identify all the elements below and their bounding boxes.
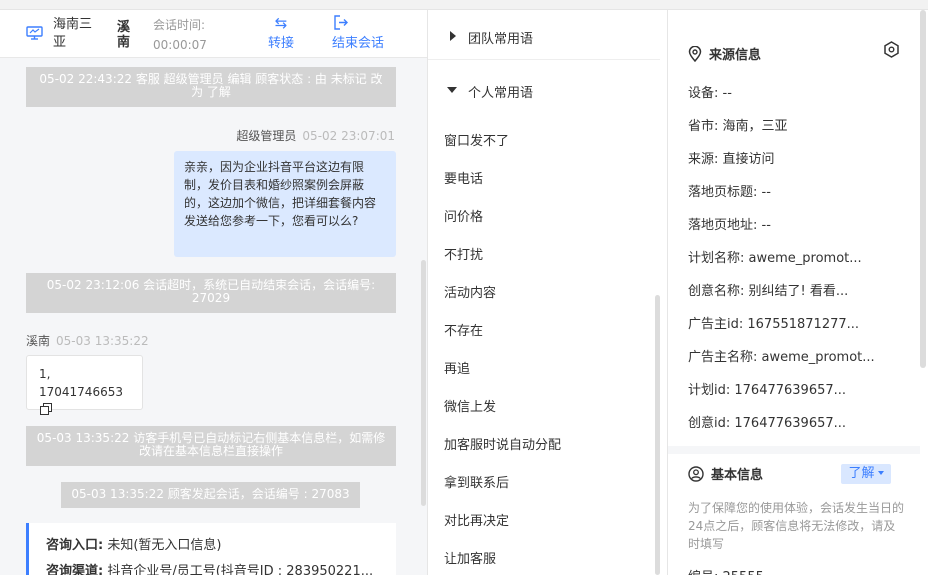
session-time-value: 00:00:07 bbox=[153, 38, 207, 52]
system-message: 05-03 13:35:22 访客手机号已自动标记右侧基本信息栏，如需修改请在基… bbox=[26, 426, 396, 466]
phrase-item[interactable]: 要电话 bbox=[444, 168, 483, 187]
creative-id-field: 创意id: 176477639657... bbox=[688, 416, 847, 431]
team-phrases-group[interactable]: 团队常用语 bbox=[428, 10, 660, 60]
info-scrollbar[interactable] bbox=[920, 10, 926, 368]
personal-phrases-group[interactable]: 个人常用语 bbox=[428, 65, 660, 101]
visitor-sender-line: 溪南 05-03 13:35:22 bbox=[26, 332, 149, 349]
session-time-label: 会话时间: bbox=[153, 18, 206, 32]
phrase-item[interactable]: 活动内容 bbox=[444, 282, 496, 301]
basic-info-title: 基本信息 bbox=[688, 464, 763, 483]
consult-channel-label: 咨询渠道: bbox=[46, 564, 104, 575]
phrase-item[interactable]: 再追 bbox=[444, 358, 470, 377]
exit-icon bbox=[332, 14, 392, 32]
system-message: 05-02 23:12:06 会话超时，系统已自动结束会话，会话编号: 2702… bbox=[26, 273, 396, 313]
plan-name-field: 计划名称: aweme_promot... bbox=[688, 251, 862, 266]
phrase-item[interactable]: 加客服时说自动分配 bbox=[444, 434, 561, 453]
end-session-label: 结束会话 bbox=[332, 36, 385, 51]
caret-right-icon bbox=[450, 31, 456, 41]
source-info-title: 来源信息 bbox=[688, 44, 761, 63]
monitor-icon bbox=[26, 26, 43, 40]
caret-down-icon bbox=[447, 87, 457, 93]
landing-url-field: 落地页地址: -- bbox=[688, 218, 771, 233]
visitor-message-bubble: 1, 17041746653 bbox=[26, 355, 143, 415]
sender-name: 超级管理员 bbox=[236, 129, 297, 143]
region-field: 省市: 海南，三亚 bbox=[688, 119, 788, 134]
phrase-item[interactable]: 拿到联系后 bbox=[444, 472, 509, 491]
system-message: 05-03 13:35:22 顾客发起会话，会话编号 : 27083 bbox=[61, 482, 360, 508]
phrase-scrollbar[interactable] bbox=[655, 295, 660, 575]
consult-entry-row: 咨询入口: 未知(暂无入口信息) bbox=[46, 533, 396, 559]
quick-reply-panel: 团队常用语 个人常用语 窗口发不了 要电话 问价格 不打扰 活动内容 不存在 再… bbox=[428, 10, 668, 575]
sender-name: 溪南 bbox=[26, 334, 51, 348]
personal-phrases-label: 个人常用语 bbox=[468, 86, 534, 101]
advertiser-name-field: 广告主名称: aweme_promot... bbox=[688, 350, 875, 365]
phrase-item[interactable]: 不打扰 bbox=[444, 244, 483, 263]
agent-name: 溪南 bbox=[117, 20, 131, 50]
chat-workbench: 海南三亚 溪南 会话时间: 00:00:07 ⇆ 转接 结束会话 05-02 2… bbox=[0, 0, 928, 575]
consult-entry-value: 未知(暂无入口信息) bbox=[103, 538, 222, 553]
customer-status-dropdown[interactable]: 了解 bbox=[841, 464, 891, 484]
end-session-button[interactable]: 结束会话 bbox=[332, 14, 392, 51]
phrase-item[interactable]: 让加客服 bbox=[444, 548, 496, 567]
landing-title-field: 落地页标题: -- bbox=[688, 185, 771, 200]
consult-info-card: 咨询入口: 未知(暂无入口信息) 咨询渠道: 抖音企业号/员工号(抖音号ID :… bbox=[26, 523, 396, 575]
consult-channel-value: 抖音企业号/员工号(抖音号ID : 283950221... bbox=[103, 564, 374, 575]
phrase-item[interactable]: 问价格 bbox=[444, 206, 483, 225]
system-message: 05-02 22:43:22 客服 超级管理员 编辑 顾客状态 : 由 未标记 … bbox=[26, 67, 396, 107]
serial-number-field: 编号: 25555 bbox=[688, 566, 764, 575]
settings-icon[interactable] bbox=[883, 41, 900, 58]
source-info-label: 来源信息 bbox=[709, 48, 762, 63]
team-phrases-label: 团队常用语 bbox=[468, 32, 534, 47]
visitor-name: 海南三亚 bbox=[53, 17, 93, 50]
customer-status-label: 了解 bbox=[848, 466, 875, 481]
agent-sender-line: 超级管理员 05-02 23:07:01 bbox=[236, 127, 395, 144]
copy-icon[interactable] bbox=[40, 403, 52, 415]
conversation-header: 海南三亚 溪南 会话时间: 00:00:07 ⇆ 转接 结束会话 bbox=[0, 10, 427, 58]
conversation-panel: 海南三亚 溪南 会话时间: 00:00:07 ⇆ 转接 结束会话 05-02 2… bbox=[0, 10, 428, 575]
transfer-label: 转接 bbox=[267, 36, 294, 51]
visitor-message-line: 1, bbox=[39, 367, 51, 381]
location-pin-icon bbox=[688, 46, 702, 62]
transfer-button[interactable]: ⇆ 转接 bbox=[264, 14, 298, 51]
phone-number: 17041746653 bbox=[39, 385, 123, 399]
agent-message-bubble: 亲亲，因为企业抖音平台这边有限制，发价目表和婚纱照案例会屏蔽的，这边加个微信，把… bbox=[174, 151, 396, 257]
message-time: 05-02 23:07:01 bbox=[302, 129, 395, 143]
plan-id-field: 计划id: 176477639657... bbox=[688, 383, 847, 398]
caret-down-icon bbox=[877, 471, 884, 475]
visitor-info-panel: 来源信息 设备: -- 省市: 海南，三亚 来源: 直接访问 落地页标题: --… bbox=[668, 10, 928, 575]
phrase-item[interactable]: 不存在 bbox=[444, 320, 483, 339]
section-divider bbox=[668, 446, 920, 454]
consult-entry-label: 咨询入口: bbox=[46, 538, 104, 553]
user-icon bbox=[688, 466, 704, 482]
conversation-scrollbar[interactable] bbox=[421, 260, 426, 506]
consult-channel-row: 咨询渠道: 抖音企业号/员工号(抖音号ID : 283950221... bbox=[46, 559, 396, 575]
phrase-item[interactable]: 对比再决定 bbox=[444, 510, 509, 529]
top-strip bbox=[0, 0, 928, 10]
visitor-message-line-2: 17041746653 bbox=[39, 383, 130, 419]
phrase-item[interactable]: 微信上发 bbox=[444, 396, 496, 415]
device-field: 设备: -- bbox=[688, 86, 732, 101]
transfer-icon: ⇆ bbox=[274, 14, 288, 32]
phrase-item[interactable]: 窗口发不了 bbox=[444, 130, 509, 149]
source-field: 来源: 直接访问 bbox=[688, 152, 775, 167]
creative-name-field: 创意名称: 别纠结了! 看看... bbox=[688, 284, 849, 299]
edit-notice: 为了保障您的使用体验，会话发生当日的24点之后，顾客信息将无法修改，请及时填写 bbox=[688, 501, 905, 551]
advertiser-id-field: 广告主id: 167551871277... bbox=[688, 317, 860, 332]
message-time: 05-03 13:35:22 bbox=[56, 334, 149, 348]
basic-info-label: 基本信息 bbox=[711, 468, 764, 483]
